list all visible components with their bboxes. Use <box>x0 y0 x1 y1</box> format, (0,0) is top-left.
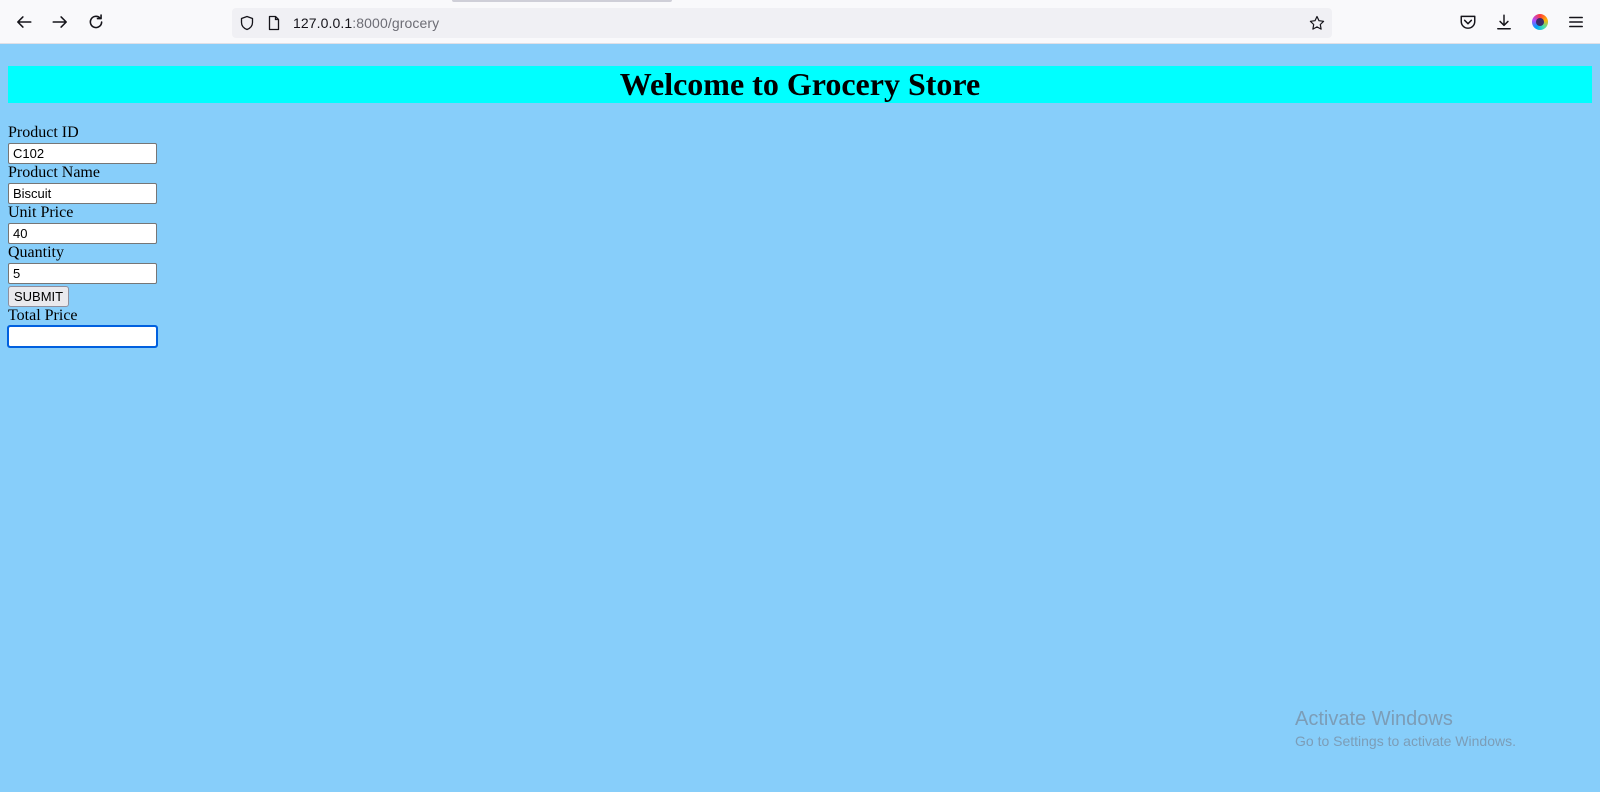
product-name-label: Product Name <box>8 164 100 181</box>
quantity-label: Quantity <box>8 244 64 261</box>
bookmark-star-icon[interactable] <box>1308 14 1326 32</box>
product-id-label: Product ID <box>8 124 79 141</box>
url-path: :8000/grocery <box>352 15 440 31</box>
forward-icon[interactable] <box>46 8 74 36</box>
browser-toolbar: 127.0.0.1:8000/grocery <box>0 0 1600 44</box>
pocket-icon[interactable] <box>1454 8 1482 36</box>
download-icon[interactable] <box>1490 8 1518 36</box>
total-price-input[interactable] <box>7 325 158 348</box>
extension-icon[interactable] <box>1526 8 1554 36</box>
reload-icon[interactable] <box>82 8 110 36</box>
quantity-input[interactable] <box>8 263 157 284</box>
tab-strip-edge <box>452 0 672 2</box>
url-host: 127.0.0.1 <box>293 15 353 31</box>
product-name-input[interactable] <box>8 183 157 204</box>
address-bar[interactable]: 127.0.0.1:8000/grocery <box>232 8 1332 38</box>
unit-price-input[interactable] <box>8 223 157 244</box>
total-price-label: Total Price <box>8 307 78 324</box>
windows-activation-watermark: Activate Windows Go to Settings to activ… <box>1295 706 1516 750</box>
grocery-form: Product ID Product Name Unit Price Quant… <box>7 124 158 348</box>
watermark-subtitle: Go to Settings to activate Windows. <box>1295 733 1516 749</box>
unit-price-label: Unit Price <box>8 204 74 221</box>
submit-button[interactable]: SUBMIT <box>8 286 70 307</box>
back-icon[interactable] <box>10 8 38 36</box>
url-text[interactable]: 127.0.0.1:8000/grocery <box>293 15 439 31</box>
menu-icon[interactable] <box>1562 8 1590 36</box>
watermark-title: Activate Windows <box>1295 708 1453 730</box>
shield-icon[interactable] <box>238 14 256 32</box>
page-banner: Welcome to Grocery Store <box>8 66 1592 103</box>
page-title: Welcome to Grocery Store <box>619 66 981 102</box>
page-icon[interactable] <box>265 14 283 32</box>
product-id-input[interactable] <box>8 143 157 164</box>
